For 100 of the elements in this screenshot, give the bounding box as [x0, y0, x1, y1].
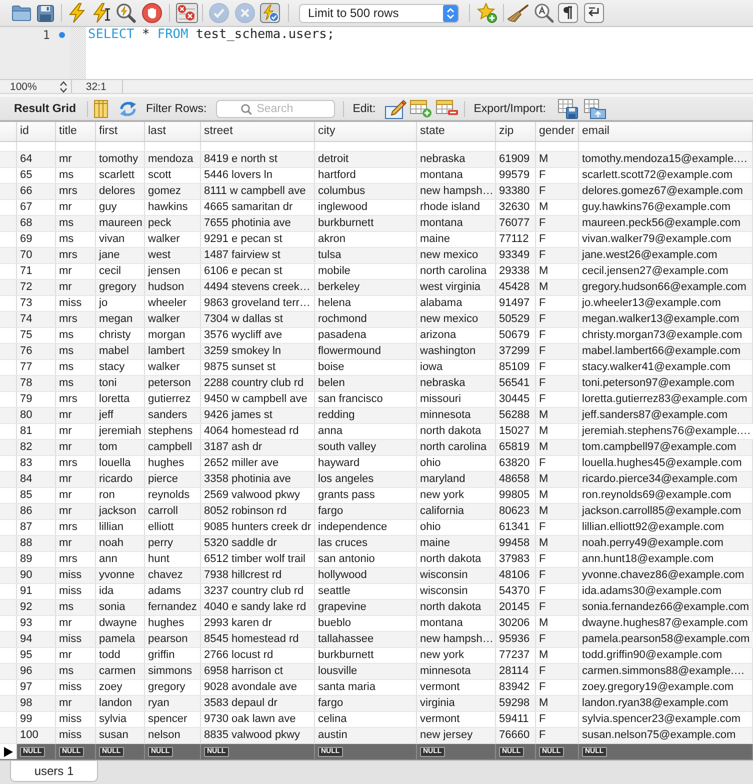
find-text-icon[interactable]	[534, 3, 554, 23]
table-row[interactable]: 75 ms christy morgan 3576 wycliff ave pasadena arizona 50679 F christy.morgan73@example.com	[0, 328, 753, 344]
column-header[interactable]: id	[17, 122, 56, 141]
refresh-icon[interactable]	[118, 100, 137, 116]
table-cell: iowa	[417, 360, 496, 375]
table-cell: ms	[56, 168, 96, 183]
column-header[interactable]: first	[96, 122, 145, 141]
table-cell: F	[536, 232, 579, 247]
wrap-icon[interactable]	[584, 3, 604, 23]
column-header[interactable]: state	[417, 122, 496, 141]
table-row[interactable]: 83 mrs louella hughes 2652 miller ave hayward ohio 63820 F louella.hughes45@example.com	[0, 456, 753, 472]
table-cell: F	[536, 392, 579, 407]
table-row[interactable]: 68 ms maureen peck 7655 photinia ave burkburnett montana 76077 F maureen.peck56@example.com	[0, 216, 753, 232]
column-header[interactable]: title	[56, 122, 96, 141]
table-row[interactable]: 66 mrs delores gomez 8111 w campbell ave columbus new hampsh… 93380 F delores.gomez67@example.com	[0, 184, 753, 200]
table-row[interactable]: 77 ms stacy walker 9875 sunset st boise iowa 85109 F stacy.walker41@example.com	[0, 360, 753, 376]
table-row[interactable]: 100 miss susan nelson 8835 valwood pkwy austin new jersey 76660 F susan.nelson75@example.com	[0, 728, 753, 744]
table-cell: 99579	[496, 168, 536, 183]
table-row[interactable]: 70 mrs jane west 1487 fairview st tulsa new mexico 93349 F jane.west26@example.com	[0, 248, 753, 264]
lightning-cursor-icon[interactable]	[93, 3, 111, 23]
table-row[interactable]: 87 mrs lillian elliott 9085 hunters creek dr independence ohio 61341 F lillian.elliott92@example.com	[0, 520, 753, 536]
table-cell: redding	[315, 408, 417, 423]
table-cell: guy	[96, 200, 145, 215]
table-cell: delores.gomez67@example.com	[579, 184, 753, 199]
column-header[interactable]: city	[315, 122, 417, 141]
table-cell: carroll	[145, 504, 201, 519]
table-cell: sonia.fernandez66@example.com	[579, 600, 753, 615]
table-cell: 76660	[496, 728, 536, 743]
table-row[interactable]: 89 mrs ann hunt 6512 timber wolf trail san antonio north dakota 37983 F ann.hunt18@example.com	[0, 552, 753, 568]
table-row[interactable]: 64 mr tomothy mendoza 8419 e north st detroit nebraska 61909 M tomothy.mendoza15@example.…	[0, 152, 753, 168]
table-row[interactable]: 84 mr ricardo pierce 3358 photinia ave los angeles maryland 48658 M ricardo.pierce34@example.com	[0, 472, 753, 488]
column-header[interactable]: gender	[536, 122, 579, 141]
table-row[interactable]: 95 mr todd griffin 2766 locust rd burkburnett new york 77237 M todd.griffin90@example.com	[0, 648, 753, 664]
column-header[interactable]: zip	[496, 122, 536, 141]
grid-columns-icon[interactable]	[94, 100, 108, 118]
search-field[interactable]: Search	[216, 100, 335, 118]
table-cell: mr	[56, 488, 96, 503]
import-icon[interactable]	[584, 98, 606, 118]
table-row[interactable]: 73 miss jo wheeler 9863 groveland terr… helena alabama 91497 F jo.wheeler13@example.com	[0, 296, 753, 312]
save-icon[interactable]	[37, 4, 54, 22]
stepper-icon[interactable]	[60, 80, 67, 92]
table-row[interactable]: 97 miss zoey gregory 9028 avondale ave santa maria vermont 83942 F zoey.gregory19@example.com	[0, 680, 753, 696]
table-row[interactable]: 79 mrs loretta gutierrez 9450 w campbell ave san francisco missouri 30445 F loretta.gutierrez83@example.com	[0, 392, 753, 408]
table-row[interactable]: 72 mr gregory hudson 4494 stevens creek… berkeley west virginia 45428 M gregory.hudson66@example.com	[0, 280, 753, 296]
table-cell: 3259 smokey ln	[201, 344, 315, 359]
add-row-icon[interactable]	[410, 100, 432, 118]
table-cell: ann	[96, 552, 145, 567]
result-tab[interactable]: users 1	[10, 761, 98, 782]
column-header[interactable]: last	[145, 122, 201, 141]
table-cell: 56288	[496, 408, 536, 423]
table-row[interactable]: 93 mr dwayne hughes 2993 karen dr bueblo montana 30206 M dwayne.hughes87@example.com	[0, 616, 753, 632]
table-row[interactable]: 86 mr jackson carroll 8052 robinson rd fargo california 80623 M jackson.carroll85@example.com	[0, 504, 753, 520]
code-editor[interactable]: SELECT * FROM test_schema.users;	[86, 27, 753, 79]
table-row[interactable]: 67 mr guy hawkins 4665 samaritan dr inglewood rhode island 32630 M guy.hawkins76@example.com	[0, 200, 753, 216]
table-cell: walker	[145, 312, 201, 327]
table-cell: 2993 karen dr	[201, 616, 315, 631]
stop-hand-icon[interactable]	[142, 3, 162, 23]
star-plus-icon[interactable]	[477, 3, 497, 23]
table-row[interactable]: 69 ms vivan walker 9291 e pecan st akron maine 77112 F vivan.walker79@example.com	[0, 232, 753, 248]
table-row[interactable]: 92 ms sonia fernandez 4040 e sandy lake rd grapevine north dakota 20145 F sonia.fernandez66@example.com	[0, 600, 753, 616]
table-cell: burkburnett	[315, 216, 417, 231]
table-cell: ms	[56, 376, 96, 391]
pencil-edit-icon[interactable]	[384, 98, 407, 118]
table-cell: F	[536, 664, 579, 679]
table-cell: vivan	[96, 232, 145, 247]
table-cell: M	[536, 696, 579, 711]
limit-select[interactable]: Limit to 500 rows	[299, 4, 459, 22]
autocommit-icon[interactable]	[260, 3, 280, 23]
table-row[interactable]: 98 mr landon ryan 3583 depaul dr fargo virginia 59298 M landon.ryan38@example.com	[0, 696, 753, 712]
table-cell: F	[536, 312, 579, 327]
table-row[interactable]: 74 mrs megan walker 7304 w dallas st rochmond new mexico 50529 F megan.walker13@example.com	[0, 312, 753, 328]
pilcrow-icon[interactable]	[558, 3, 578, 23]
table-cell: grapevine	[315, 600, 417, 615]
lightning-icon[interactable]	[69, 3, 85, 23]
table-cell: hayward	[315, 456, 417, 471]
table-row[interactable]: 88 mr noah perry 5320 saddle dr las cruces maine 99458 M noah.perry49@example.com	[0, 536, 753, 552]
column-header[interactable]: street	[201, 122, 315, 141]
table-row[interactable]: 96 ms carmen simmons 6958 harrison ct lousville minnesota 28114 F carmen.simmons88@example.…	[0, 664, 753, 680]
table-row[interactable]: 90 miss yvonne chavez 7938 hillcrest rd hollywood wisconsin 48106 F yvonne.chavez86@example.com	[0, 568, 753, 584]
broom-icon[interactable]	[507, 4, 529, 22]
table-row[interactable]: 76 ms mabel lambert 3259 smokey ln flowermound washington 37299 F mabel.lambert66@example.com	[0, 344, 753, 360]
table-row[interactable]: 85 mr ron reynolds 2569 valwood pkwy grants pass new york 99805 M ron.reynolds69@example.com	[0, 488, 753, 504]
table-row[interactable]: 91 miss ida adams 3237 country club rd seattle wisconsin 54370 F ida.adams30@example.com	[0, 584, 753, 600]
table-row[interactable]: 80 mr jeff sanders 9426 james st redding minnesota 56288 M jeff.sanders87@example.com	[0, 408, 753, 424]
export-icon[interactable]	[558, 98, 578, 118]
column-header[interactable]: email	[579, 122, 753, 141]
table-cell: lousville	[315, 664, 417, 679]
table-row[interactable]: 65 ms scarlett scott 5446 lovers ln hartford montana 99579 F scarlett.scott72@example.com	[0, 168, 753, 184]
current-row-icon	[4, 746, 12, 756]
table-row[interactable]: 81 mr jeremiah stephens 4064 homestead rd anna north dakota 15027 M jeremiah.stephens76@example.…	[0, 424, 753, 440]
error-toggle-icon[interactable]	[176, 3, 198, 23]
magnifier-lightning-icon[interactable]	[116, 3, 136, 23]
table-row[interactable]: 71 mr cecil jensen 6106 e pecan st mobile north carolina 29338 M cecil.jensen27@example.com	[0, 264, 753, 280]
delete-row-icon[interactable]	[436, 100, 458, 118]
table-cell: 88	[17, 536, 56, 551]
table-row[interactable]: 94 miss pamela pearson 8545 homestead rd tallahassee new hampsh… 95936 F pamela.pearson58@example.com	[0, 632, 753, 648]
folder-icon[interactable]	[12, 5, 31, 21]
table-row[interactable]: 82 mr tom campbell 3187 ash dr south valley north carolina 65819 M tom.campbell97@example.com	[0, 440, 753, 456]
table-row[interactable]: 99 miss sylvia spencer 9730 oak lawn ave celina vermont 59411 F sylvia.spencer23@example.com	[0, 712, 753, 728]
table-row[interactable]: 78 ms toni peterson 2288 country club rd belen nebraska 56541 F toni.peterson97@example.com	[0, 376, 753, 392]
